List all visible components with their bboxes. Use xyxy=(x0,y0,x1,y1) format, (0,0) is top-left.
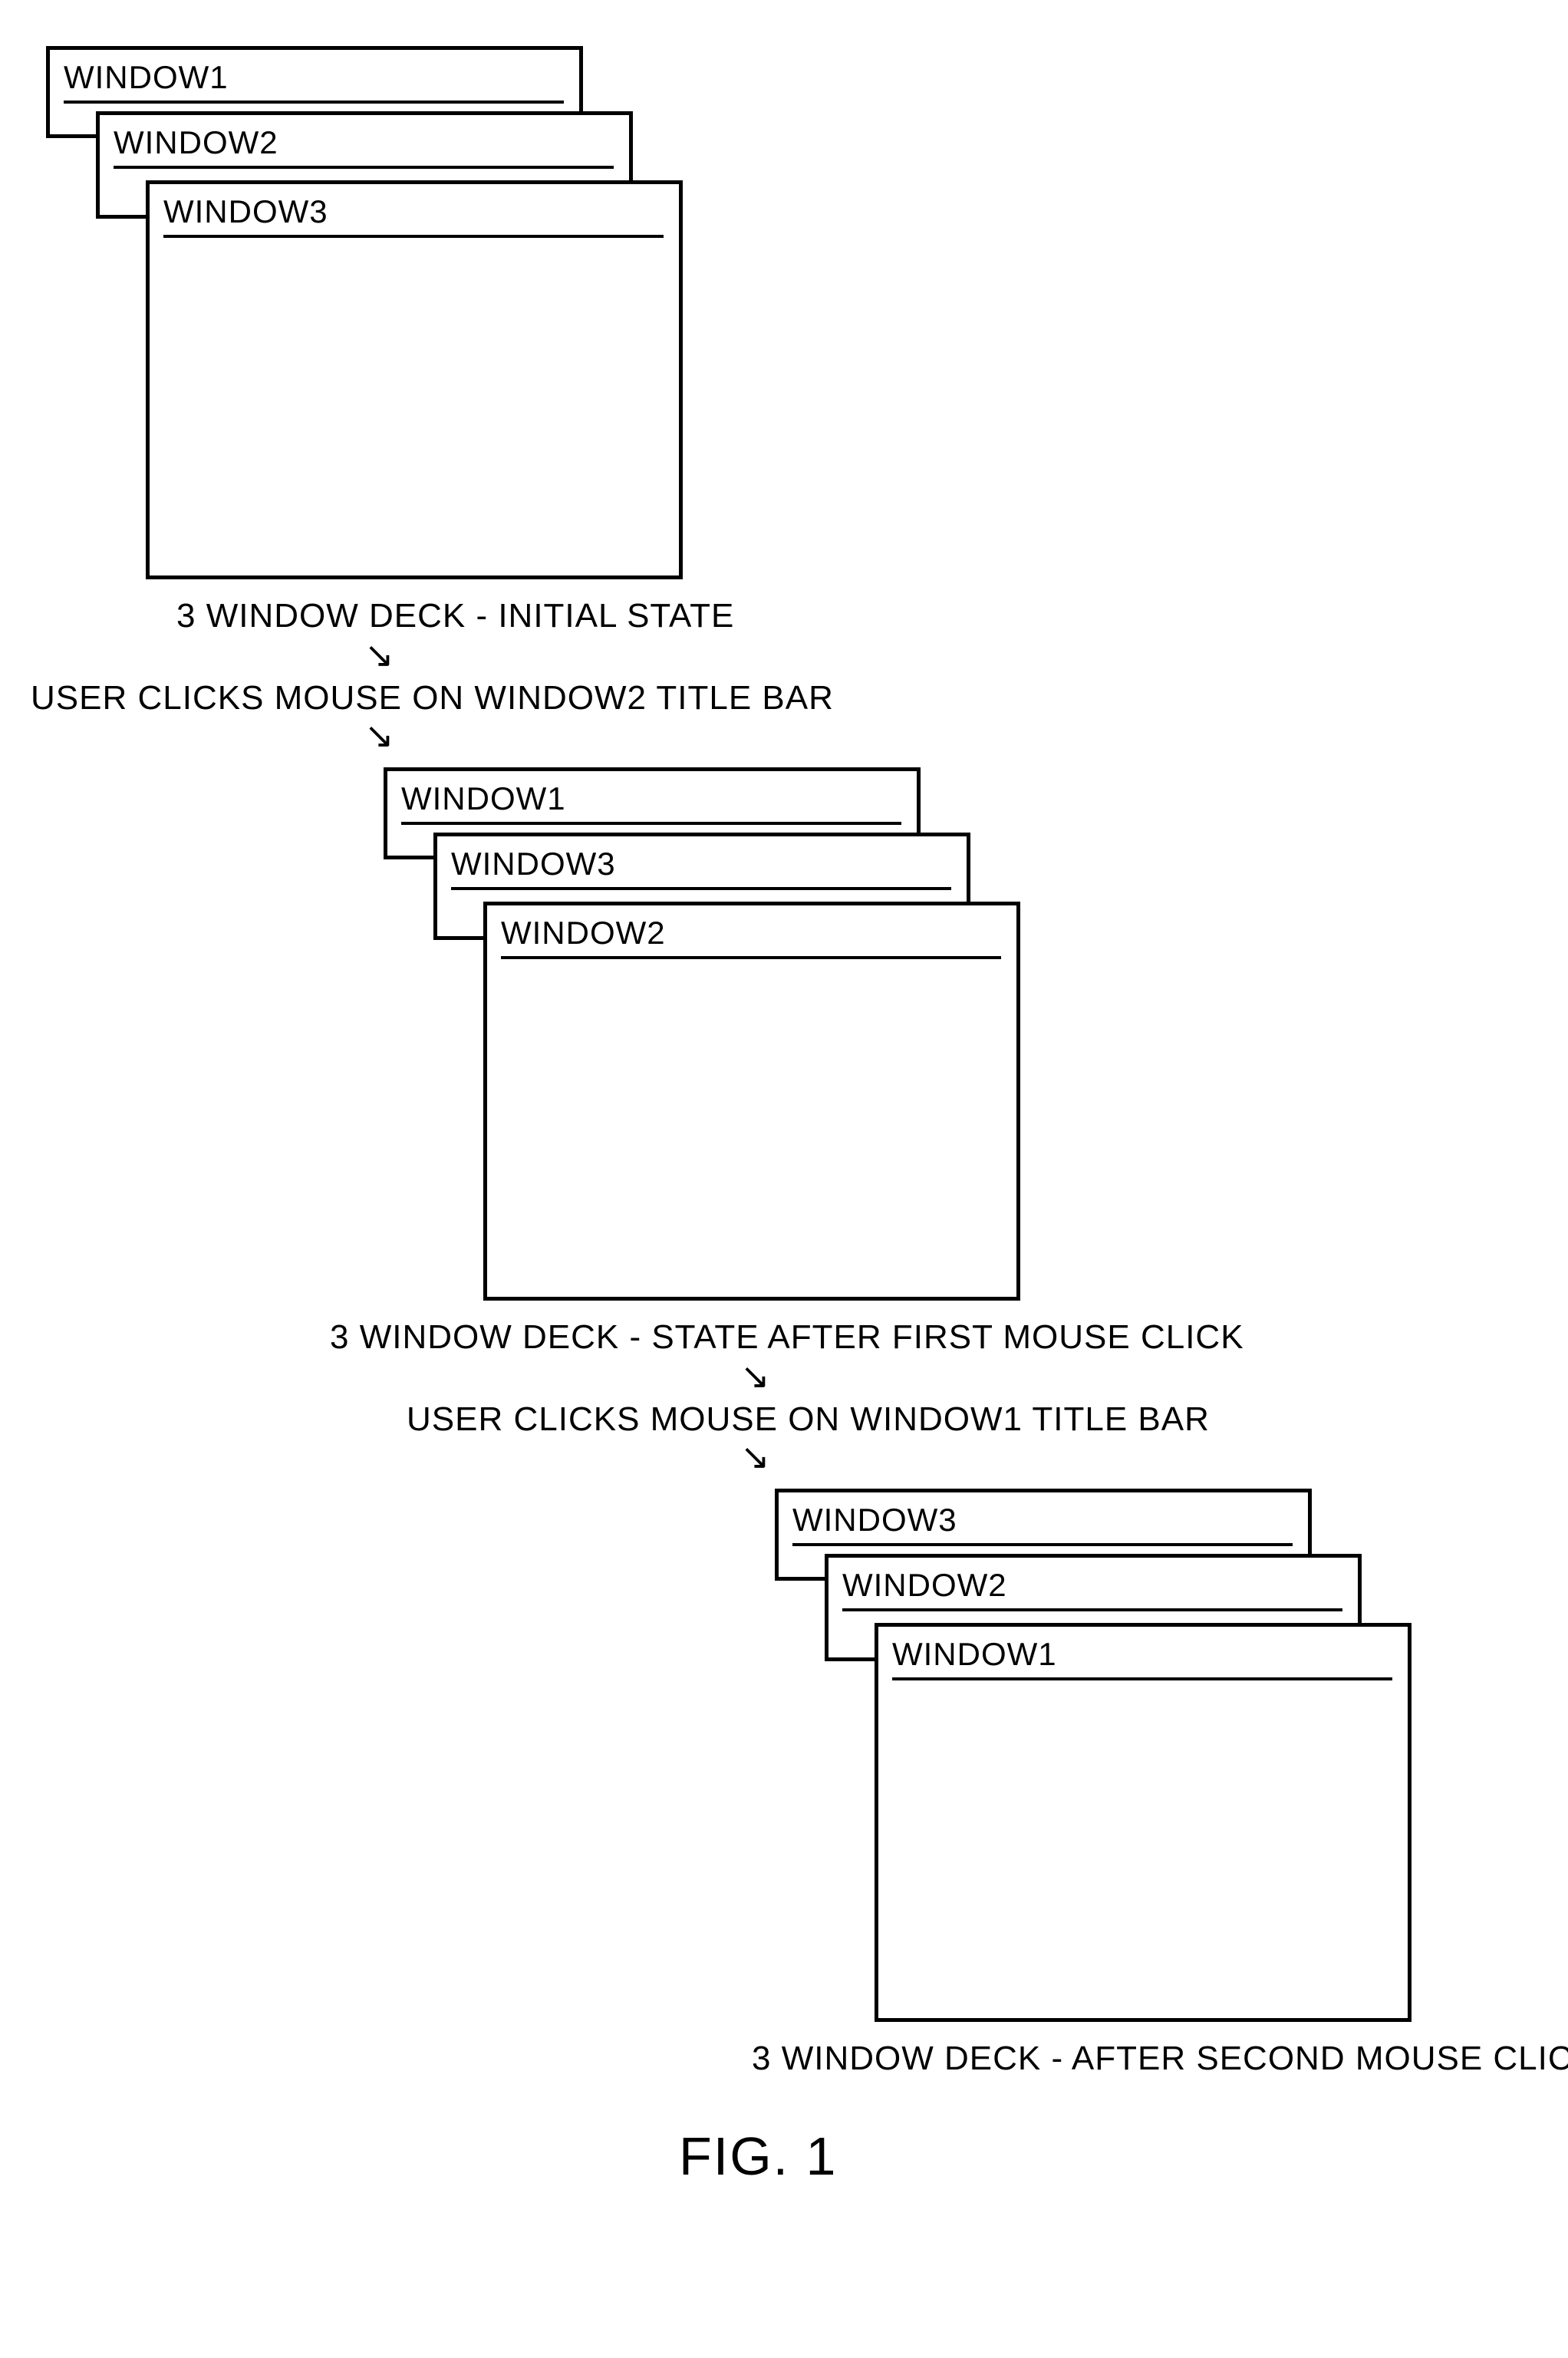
window-front: WINDOW1 xyxy=(875,1623,1412,2022)
title-rule xyxy=(842,1608,1342,1611)
window-title: WINDOW3 xyxy=(437,836,967,887)
title-rule xyxy=(451,887,951,890)
transition-2: USER CLICKS MOUSE ON WINDOW1 TITLE BAR xyxy=(407,1400,1210,1439)
window-title: WINDOW1 xyxy=(387,771,917,822)
title-rule xyxy=(64,101,564,104)
arrow-icon: ↘ xyxy=(740,1439,770,1474)
deck-1-caption: 3 WINDOW DECK - INITIAL STATE xyxy=(176,597,734,635)
window-title: WINDOW3 xyxy=(779,1492,1308,1543)
arrow-icon: ↘ xyxy=(364,717,394,753)
title-rule xyxy=(401,822,901,825)
arrow-icon: ↘ xyxy=(364,637,394,672)
transition-1: USER CLICKS MOUSE ON WINDOW2 TITLE BAR xyxy=(31,679,834,717)
window-title: WINDOW2 xyxy=(100,115,629,166)
window-title: WINDOW1 xyxy=(878,1627,1408,1677)
title-rule xyxy=(892,1677,1392,1680)
deck-2-caption: 3 WINDOW DECK - STATE AFTER FIRST MOUSE … xyxy=(330,1318,1244,1357)
title-rule xyxy=(792,1543,1293,1546)
window-front: WINDOW2 xyxy=(483,902,1020,1301)
window-front: WINDOW3 xyxy=(146,180,683,579)
window-title: WINDOW3 xyxy=(150,184,679,235)
deck-3-caption: 3 WINDOW DECK - AFTER SECOND MOUSE CLICK xyxy=(752,2040,1568,2078)
window-title: WINDOW1 xyxy=(50,50,579,101)
window-title: WINDOW2 xyxy=(828,1558,1358,1608)
title-rule xyxy=(501,956,1001,959)
figure-label: FIG. 1 xyxy=(679,2125,837,2187)
window-title: WINDOW2 xyxy=(487,905,1016,956)
title-rule xyxy=(163,235,664,238)
arrow-icon: ↘ xyxy=(740,1358,770,1393)
title-rule xyxy=(114,166,614,169)
